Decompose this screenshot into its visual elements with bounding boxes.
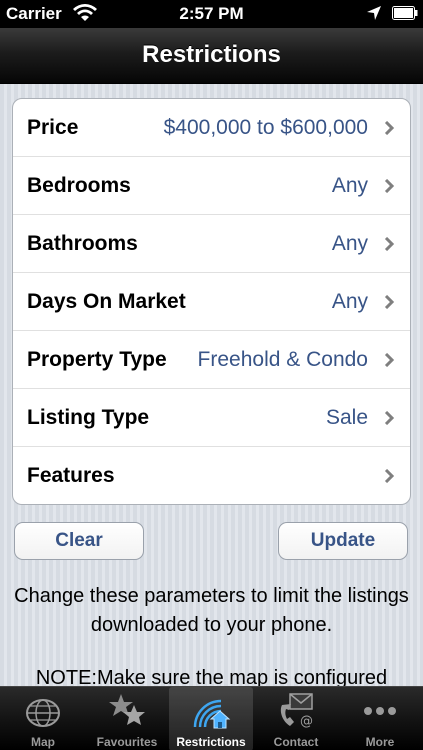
row-bedrooms[interactable]: Bedrooms Any [13,157,410,215]
restrictions-list: Price $400,000 to $600,000 Bedrooms Any … [12,98,411,505]
tab-favourites[interactable]: Favourites [85,687,169,750]
svg-text:@: @ [300,714,313,729]
row-value: Any [331,173,368,197]
tab-restrictions[interactable]: Restrictions [169,687,253,750]
chevron-right-icon [384,469,395,483]
row-features[interactable]: Features [13,447,410,504]
chevron-right-icon [384,411,395,425]
tab-more[interactable]: More [338,687,422,750]
globe-icon [26,699,60,727]
clear-button[interactable]: Clear [14,522,144,560]
chevron-right-icon [384,121,395,135]
row-value: Any [331,231,368,255]
row-label: Price [27,115,79,139]
row-price[interactable]: Price $400,000 to $600,000 [13,99,410,157]
note-text: NOTE:Make sure the map is configured [35,667,388,686]
row-property-type[interactable]: Property Type Freehold & Condo [13,331,410,389]
row-value: $400,000 to $600,000 [163,115,368,139]
tab-label: Map [31,735,55,749]
navigation-bar: Restrictions [0,28,423,84]
more-dots-icon [364,707,396,715]
row-label: Bedrooms [27,173,131,197]
row-label: Listing Type [27,405,150,429]
content-area[interactable]: Price $400,000 to $600,000 Bedrooms Any … [0,84,423,686]
row-label: Days On Market [27,289,186,313]
row-days-on-market[interactable]: Days On Market Any [13,273,410,331]
stars-icon [109,694,145,725]
status-bar: Carrier 2:57 PM [0,0,423,28]
chevron-right-icon [384,295,395,309]
row-label: Bathrooms [27,231,138,255]
page-title: Restrictions [142,41,281,68]
row-value: Sale [325,405,368,429]
row-label: Property Type [27,347,167,371]
tab-label: Restrictions [176,735,246,749]
update-button[interactable]: Update [278,522,408,560]
status-time: 2:57 PM [179,4,244,23]
phone-mail-icon: @ [280,693,313,729]
battery-icon [392,6,418,20]
row-bathrooms[interactable]: Bathrooms Any [13,215,410,273]
tab-label: Contact [273,735,319,749]
tab-label: More [365,735,395,749]
chevron-right-icon [384,353,395,367]
info-text: Change these parameters to limit the lis… [14,585,409,636]
chevron-right-icon [384,237,395,251]
location-arrow-icon [367,6,381,20]
tab-label: Favourites [96,735,158,749]
row-listing-type[interactable]: Listing Type Sale [13,389,410,447]
house-signal-icon [193,699,231,729]
row-value: Any [331,289,368,313]
tab-map[interactable]: Map [1,687,85,750]
row-value: Freehold & Condo [197,347,368,371]
tab-bar: Map Favourites Restrictions @ Contact Mo… [0,686,423,750]
row-label: Features [27,464,115,487]
chevron-right-icon [384,179,395,193]
tab-contact[interactable]: @ Contact [254,687,338,750]
